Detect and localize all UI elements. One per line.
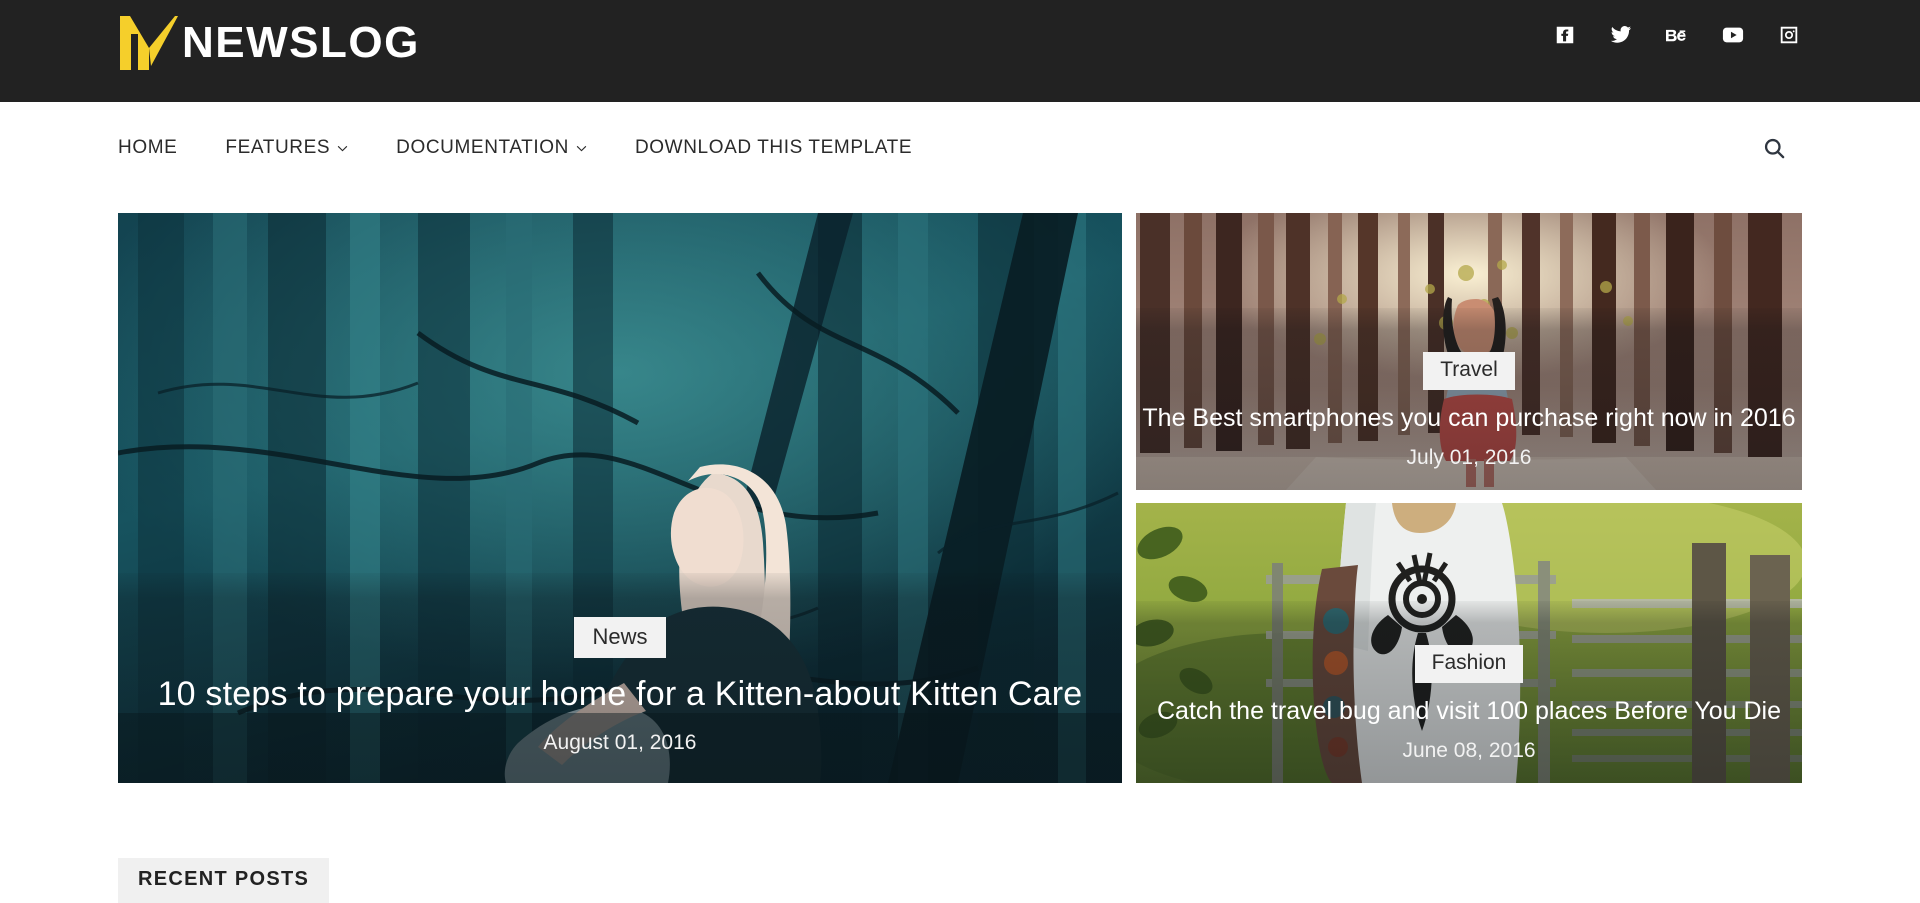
fashion-category-badge[interactable]: Fashion — [1414, 644, 1524, 683]
nav-item-features[interactable]: FEATURES — [225, 137, 348, 159]
chevron-down-icon — [576, 145, 587, 151]
hero-post-date: August 01, 2016 — [543, 731, 697, 754]
instagram-icon[interactable] — [1778, 24, 1800, 46]
nav-item-label: HOME — [118, 137, 178, 158]
top-header-bar: NEWSLOG — [0, 0, 1920, 102]
site-logo-text: NEWSLOG — [182, 18, 420, 67]
facebook-icon[interactable] — [1554, 24, 1576, 46]
newslog-m-mark-icon — [120, 16, 178, 70]
fashion-post-meta: Fashion Catch the travel bug and visit 1… — [1136, 644, 1802, 763]
featured-post-fashion[interactable]: Fashion Catch the travel bug and visit 1… — [1136, 503, 1802, 783]
search-button[interactable] — [1763, 102, 1786, 194]
hero-post-title[interactable]: 10 steps to prepare your home for a Kitt… — [118, 675, 1122, 714]
fashion-post-title[interactable]: Catch the travel bug and visit 100 place… — [1136, 697, 1802, 726]
recent-posts-tabs: RECENT POSTS — [118, 858, 518, 903]
nav-menu: HOME FEATURES DOCUMENTATION DOWNLOAD THI… — [118, 102, 912, 194]
nav-item-label: DOCUMENTATION — [396, 137, 569, 158]
featured-posts-grid: News 10 steps to prepare your home for a… — [118, 213, 1802, 783]
travel-category-badge[interactable]: Travel — [1423, 351, 1515, 390]
nav-item-label: FEATURES — [225, 137, 331, 158]
nav-item-label: DOWNLOAD THIS TEMPLATE — [634, 137, 913, 158]
hero-post-meta: News 10 steps to prepare your home for a… — [118, 616, 1122, 756]
site-logo[interactable]: NEWSLOG — [118, 12, 420, 74]
youtube-icon[interactable] — [1722, 24, 1744, 46]
travel-post-meta: Travel The Best smartphones you can purc… — [1136, 351, 1802, 470]
chevron-down-icon — [337, 145, 348, 151]
travel-post-title[interactable]: The Best smartphones you can purchase ri… — [1136, 404, 1802, 433]
featured-post-travel[interactable]: Travel The Best smartphones you can purc… — [1136, 213, 1802, 490]
social-links — [1554, 24, 1800, 46]
behance-icon[interactable] — [1666, 24, 1688, 46]
fashion-post-date: June 08, 2016 — [1402, 739, 1536, 762]
featured-post-hero[interactable]: News 10 steps to prepare your home for a… — [118, 213, 1122, 783]
main-navigation-bar: HOME FEATURES DOCUMENTATION DOWNLOAD THI… — [0, 102, 1920, 194]
travel-post-date: July 01, 2016 — [1406, 446, 1532, 469]
twitter-icon[interactable] — [1610, 24, 1632, 46]
tab-recent-posts[interactable]: RECENT POSTS — [118, 858, 330, 903]
nav-item-download-this-template[interactable]: DOWNLOAD THIS TEMPLATE — [635, 137, 912, 159]
search-icon — [1764, 138, 1785, 158]
nav-item-documentation[interactable]: DOCUMENTATION — [396, 137, 587, 159]
hero-category-badge[interactable]: News — [574, 616, 666, 658]
nav-item-home[interactable]: HOME — [118, 137, 177, 159]
